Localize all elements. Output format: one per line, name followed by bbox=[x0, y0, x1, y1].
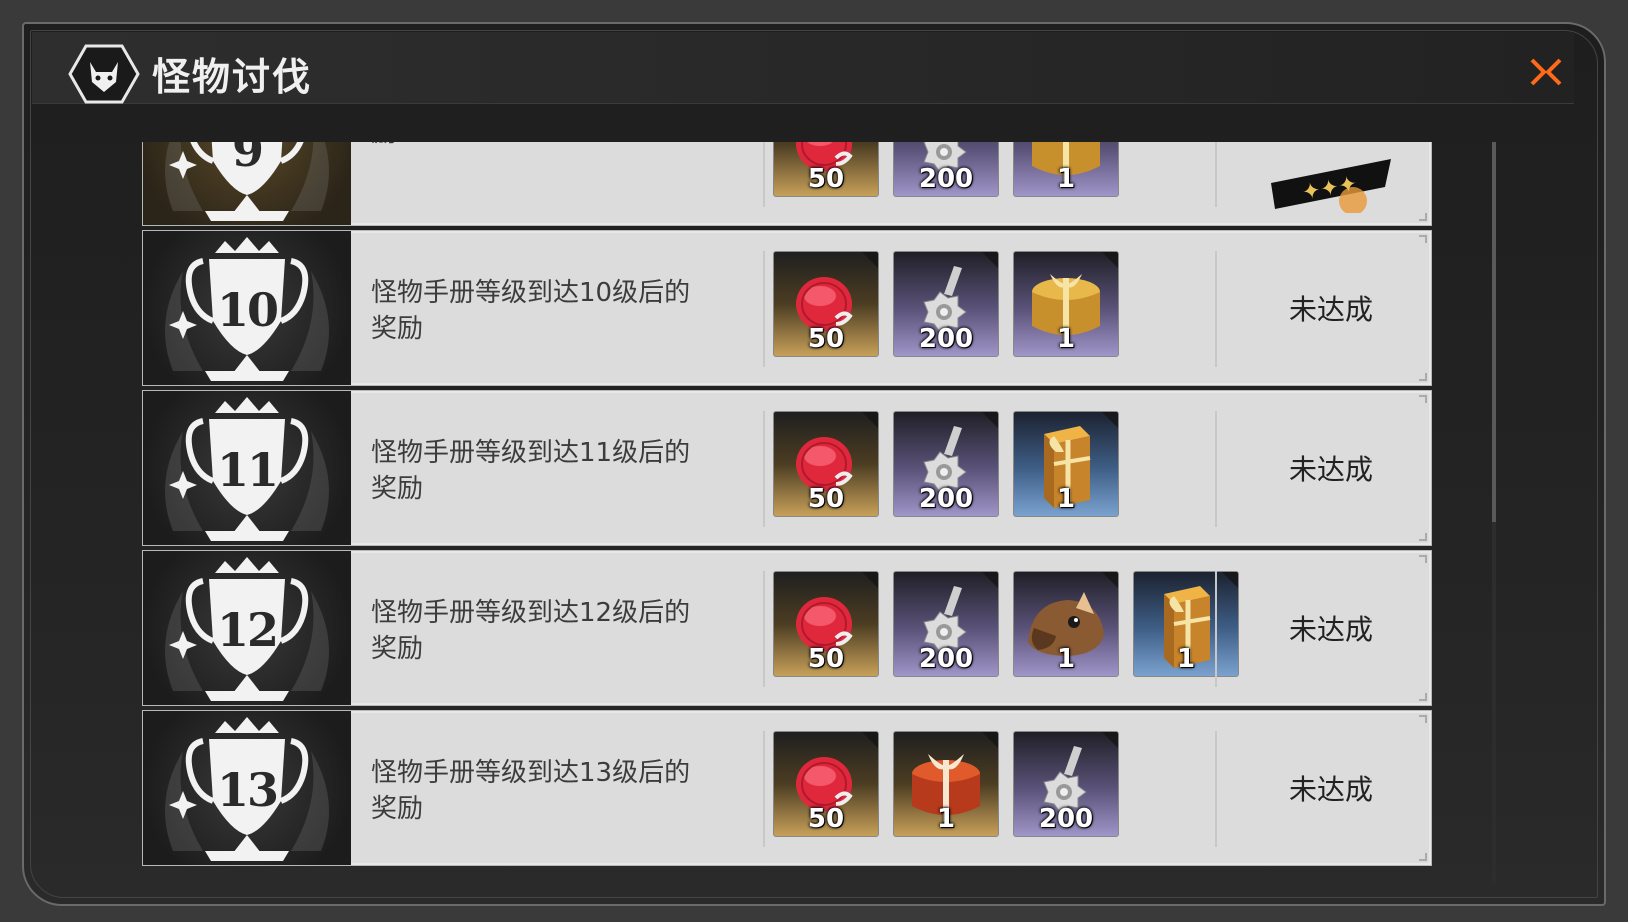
row-description: 怪物手册等级到达10级后的 奖励 bbox=[371, 275, 751, 347]
item-count: 50 bbox=[807, 484, 845, 514]
status-label: 未达成 bbox=[1288, 453, 1373, 486]
item-count: 200 bbox=[1038, 804, 1094, 834]
item-count: 1 bbox=[1056, 324, 1076, 354]
reward-items: 50 1 200 bbox=[773, 731, 1119, 839]
reward-item-medal[interactable]: 200 bbox=[1013, 731, 1119, 837]
reward-item-coin[interactable]: 50 bbox=[773, 571, 879, 677]
scroll-thumb[interactable] bbox=[1492, 142, 1496, 522]
level-number: 10 bbox=[216, 283, 279, 337]
reward-item-gift-tall[interactable]: 1 bbox=[1133, 571, 1239, 677]
status-label: 未达成 bbox=[1288, 293, 1373, 326]
reward-item-medal[interactable]: 200 bbox=[893, 142, 999, 197]
item-count: 200 bbox=[918, 644, 974, 674]
level-number: 11 bbox=[216, 443, 279, 497]
reward-item-coin[interactable]: 50 bbox=[773, 731, 879, 837]
item-count: 50 bbox=[807, 644, 845, 674]
reward-items: 50 200 1 1 bbox=[773, 571, 1239, 679]
item-count: 50 bbox=[807, 324, 845, 354]
reward-list[interactable]: 9 励 50 200 1 ✦✦✦ bbox=[142, 142, 1432, 884]
close-button[interactable] bbox=[1526, 52, 1566, 92]
level-number: 13 bbox=[216, 763, 279, 817]
reward-item-medal[interactable]: 200 bbox=[893, 251, 999, 357]
item-count: 200 bbox=[918, 324, 974, 354]
wolf-badge-icon bbox=[68, 42, 140, 106]
status-label: ✦✦✦ bbox=[1231, 142, 1431, 225]
divider bbox=[1215, 731, 1217, 847]
item-count: 50 bbox=[807, 804, 845, 834]
list-scrollbar[interactable] bbox=[1492, 142, 1496, 884]
divider bbox=[1215, 411, 1217, 527]
divider bbox=[1215, 251, 1217, 367]
row-description: 怪物手册等级到达13级后的 奖励 bbox=[371, 755, 751, 827]
description-line-1: 怪物手册等级到达12级后的 bbox=[371, 598, 691, 628]
level-trophy: 13 bbox=[143, 711, 351, 865]
reward-row-level-11: 11 怪物手册等级到达11级后的 奖励 50 200 1 未达成 bbox=[142, 390, 1432, 546]
claimed-banner-icon: ✦✦✦ bbox=[1271, 159, 1391, 213]
status-label: 未达成 bbox=[1288, 613, 1373, 646]
description-line-1: 怪物手册等级到达11级后的 bbox=[371, 438, 691, 468]
reward-item-gift-tall[interactable]: 1 bbox=[1013, 411, 1119, 517]
divider bbox=[763, 731, 765, 847]
divider bbox=[763, 571, 765, 687]
level-trophy: 10 bbox=[143, 231, 351, 385]
divider bbox=[1215, 142, 1217, 207]
reward-item-gift-red[interactable]: 1 bbox=[893, 731, 999, 837]
reward-item-coin[interactable]: 50 bbox=[773, 142, 879, 197]
monster-hunt-window: 怪物讨伐 9 50 200 1 ✦✦✦ 10 怪物手册等级到达10级后的 奖励 … bbox=[22, 22, 1606, 906]
item-count: 1 bbox=[1056, 164, 1076, 194]
reward-row-level-9: 9 励 50 200 1 ✦✦✦ bbox=[142, 142, 1432, 226]
window-header: 怪物讨伐 bbox=[32, 32, 1574, 104]
description-line-2: 奖励 bbox=[371, 314, 424, 344]
description-line-2: 奖励 bbox=[371, 474, 424, 504]
description-line-1: 怪物手册等级到达13级后的 bbox=[371, 758, 691, 788]
reward-items: 50 200 1 bbox=[773, 411, 1119, 519]
row-description: 怪物手册等级到达11级后的 奖励 bbox=[371, 435, 751, 507]
level-number: 12 bbox=[216, 603, 279, 657]
item-count: 200 bbox=[918, 164, 974, 194]
level-number: 9 bbox=[231, 142, 264, 177]
reward-item-medal[interactable]: 200 bbox=[893, 571, 999, 677]
reward-row-level-12: 12 怪物手册等级到达12级后的 奖励 50 200 1 1 未达成 bbox=[142, 550, 1432, 706]
reward-item-gift-round[interactable]: 1 bbox=[1013, 142, 1119, 197]
reward-row-level-10: 10 怪物手册等级到达10级后的 奖励 50 200 1 未达成 bbox=[142, 230, 1432, 386]
reward-items: 50 200 1 bbox=[773, 251, 1119, 359]
level-trophy: 12 bbox=[143, 551, 351, 705]
item-count: 200 bbox=[918, 484, 974, 514]
item-count: 1 bbox=[1056, 484, 1076, 514]
reward-items: 50 200 1 bbox=[773, 142, 1119, 199]
reward-item-gift-round[interactable]: 1 bbox=[1013, 251, 1119, 357]
item-count: 1 bbox=[1056, 644, 1076, 674]
item-count: 1 bbox=[936, 804, 956, 834]
divider bbox=[763, 142, 765, 207]
level-trophy: 9 bbox=[143, 142, 351, 225]
reward-item-coin[interactable]: 50 bbox=[773, 251, 879, 357]
description-line-2: 奖励 bbox=[371, 794, 424, 824]
row-description: 励 bbox=[371, 142, 751, 151]
level-trophy: 11 bbox=[143, 391, 351, 545]
reward-item-boar-hat[interactable]: 1 bbox=[1013, 571, 1119, 677]
divider bbox=[763, 411, 765, 527]
status-label: 未达成 bbox=[1288, 773, 1373, 806]
reward-item-medal[interactable]: 200 bbox=[893, 411, 999, 517]
item-count: 50 bbox=[807, 164, 845, 194]
window-title: 怪物讨伐 bbox=[152, 55, 313, 99]
description-line-2: 奖励 bbox=[371, 634, 424, 664]
row-description: 怪物手册等级到达12级后的 奖励 bbox=[371, 595, 751, 667]
reward-row-level-13: 13 怪物手册等级到达13级后的 奖励 50 1 200 未达成 bbox=[142, 710, 1432, 866]
description-line-2: 励 bbox=[371, 142, 751, 151]
divider bbox=[763, 251, 765, 367]
reward-item-coin[interactable]: 50 bbox=[773, 411, 879, 517]
item-count: 1 bbox=[1176, 644, 1196, 674]
divider bbox=[1215, 571, 1217, 687]
close-icon bbox=[1530, 58, 1562, 86]
description-line-1: 怪物手册等级到达10级后的 bbox=[371, 278, 691, 308]
